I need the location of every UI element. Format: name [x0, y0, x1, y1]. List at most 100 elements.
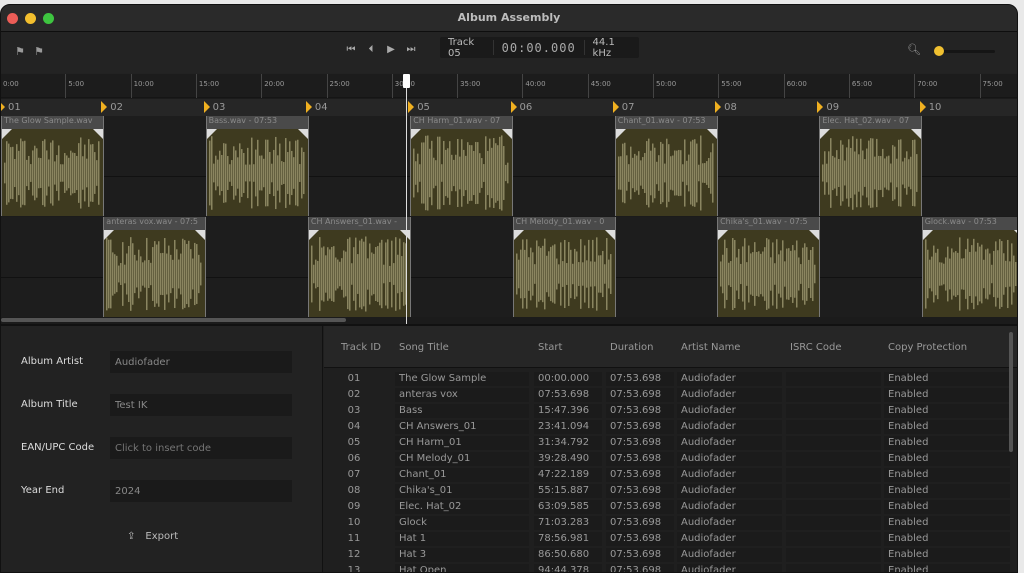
- audio-clip[interactable]: CH Melody_01.wav - 0: [512, 217, 616, 317]
- table-cell[interactable]: [786, 468, 881, 482]
- table-cell[interactable]: 07:53.698: [606, 548, 674, 562]
- track-marker[interactable]: 08: [715, 101, 737, 113]
- table-cell[interactable]: Glock: [395, 516, 529, 530]
- table-cell[interactable]: Chika's_01: [395, 484, 529, 498]
- table-row[interactable]: 10 Glock 71:03.283 07:53.698 Audiofader Enabl…: [324, 515, 1010, 531]
- table-row[interactable]: 09 Elec. Hat_02 63:09.585 07:53.698 Audiofad…: [324, 499, 1010, 515]
- table-cell[interactable]: Audiofader: [677, 452, 782, 466]
- play-icon[interactable]: ▶: [385, 44, 397, 55]
- table-cell[interactable]: [786, 564, 881, 572]
- fade-out-handle[interactable]: [195, 230, 206, 240]
- table-cell[interactable]: 00:00.000: [534, 372, 602, 386]
- ean-upc-field[interactable]: [110, 437, 292, 459]
- table-cell[interactable]: [786, 532, 881, 546]
- horizontal-scrollbar[interactable]: [1, 318, 346, 322]
- table-cell[interactable]: Enabled: [884, 500, 1010, 514]
- table-cell[interactable]: 55:15.887: [534, 484, 602, 498]
- track-marker[interactable]: 04: [305, 101, 328, 113]
- audio-clip[interactable]: Chant_01.wav - 07:53: [614, 116, 718, 216]
- table-row[interactable]: 06 CH Melody_01 39:28.490 07:53.698 Audiofad…: [324, 451, 1010, 467]
- table-cell[interactable]: [786, 436, 881, 450]
- table-cell[interactable]: Audiofader: [677, 532, 782, 546]
- zoom-slider-thumb[interactable]: [934, 46, 944, 56]
- table-row[interactable]: 11 Hat 1 78:56.981 07:53.698 Audiofader Enabl…: [324, 531, 1010, 547]
- audio-clip[interactable]: Bass.wav - 07:53: [205, 116, 309, 216]
- table-cell[interactable]: [786, 420, 881, 434]
- table-cell[interactable]: 07:53.698: [606, 372, 674, 386]
- table-row[interactable]: 01 The Glow Sample 00:00.000 07:53.698 Audio…: [324, 371, 1010, 387]
- fade-in-handle[interactable]: [718, 230, 729, 240]
- table-row[interactable]: 08 Chika's_01 55:15.887 07:53.698 Audiofader…: [324, 483, 1010, 499]
- table-cell[interactable]: Enabled: [884, 468, 1010, 482]
- table-cell[interactable]: Hat 3: [395, 548, 529, 562]
- track-marker[interactable]: 03: [203, 101, 225, 113]
- track-marker[interactable]: 02: [101, 101, 123, 113]
- column-header[interactable]: Start: [538, 342, 562, 353]
- table-cell[interactable]: Chant_01: [395, 468, 529, 482]
- table-cell[interactable]: Enabled: [884, 532, 1010, 546]
- table-cell[interactable]: Elec. Hat_02: [395, 500, 529, 514]
- table-cell[interactable]: Enabled: [884, 564, 1010, 572]
- audio-clip[interactable]: CH Harm_01.wav - 07: [410, 116, 514, 216]
- table-cell[interactable]: Hat 1: [395, 532, 529, 546]
- table-cell[interactable]: 07:53.698: [606, 564, 674, 572]
- column-header[interactable]: Copy Protection: [888, 342, 967, 353]
- skip-back-icon[interactable]: ⏮: [345, 44, 357, 55]
- table-cell[interactable]: 71:03.283: [534, 516, 602, 530]
- table-cell[interactable]: 63:09.585: [534, 500, 602, 514]
- fade-in-handle[interactable]: [513, 230, 524, 240]
- fade-in-handle[interactable]: [104, 230, 115, 240]
- table-row[interactable]: 05 CH Harm_01 31:34.792 07:53.698 Audiofader…: [324, 435, 1010, 451]
- fade-in-handle[interactable]: [922, 230, 933, 240]
- table-cell[interactable]: Enabled: [884, 388, 1010, 402]
- track-marker[interactable]: 01: [1, 101, 21, 113]
- column-header[interactable]: ISRC Code: [790, 342, 842, 353]
- audio-clip[interactable]: Elec. Hat_02.wav - 07: [819, 116, 923, 216]
- fade-out-handle[interactable]: [297, 129, 308, 139]
- table-cell[interactable]: [786, 404, 881, 418]
- table-cell[interactable]: anteras vox: [395, 388, 529, 402]
- fade-out-handle[interactable]: [604, 230, 615, 240]
- fade-out-handle[interactable]: [502, 129, 513, 139]
- fade-in-handle[interactable]: [2, 129, 12, 139]
- table-cell[interactable]: 07:53.698: [606, 388, 674, 402]
- column-header[interactable]: Artist Name: [681, 342, 740, 353]
- table-cell[interactable]: [786, 452, 881, 466]
- table-cell[interactable]: Enabled: [884, 516, 1010, 530]
- previous-icon[interactable]: ⏴: [365, 44, 377, 55]
- table-cell[interactable]: 39:28.490: [534, 452, 602, 466]
- table-cell[interactable]: Audiofader: [677, 372, 782, 386]
- fade-in-handle[interactable]: [615, 129, 626, 139]
- table-cell[interactable]: 94:44.378: [534, 564, 602, 572]
- table-cell[interactable]: Audiofader: [677, 404, 782, 418]
- table-cell[interactable]: 23:41.094: [534, 420, 602, 434]
- audio-clip[interactable]: Chika's_01.wav - 07:5: [717, 217, 821, 317]
- table-cell[interactable]: Bass: [395, 404, 529, 418]
- track-marker[interactable]: 10: [919, 101, 941, 113]
- table-cell[interactable]: Audiofader: [677, 484, 782, 498]
- album-artist-field[interactable]: [110, 351, 292, 373]
- flag-plus-icon[interactable]: ⚑: [15, 45, 25, 58]
- table-cell[interactable]: 07:53.698: [606, 500, 674, 514]
- table-cell[interactable]: CH Melody_01: [395, 452, 529, 466]
- table-cell[interactable]: Enabled: [884, 436, 1010, 450]
- fade-out-handle[interactable]: [399, 230, 410, 240]
- column-header[interactable]: Track ID: [341, 342, 381, 353]
- table-cell[interactable]: 07:53.698: [606, 484, 674, 498]
- table-cell[interactable]: 07:53.698: [606, 436, 674, 450]
- audio-clip[interactable]: anteras vox.wav - 07:5: [103, 217, 207, 317]
- table-cell[interactable]: The Glow Sample: [395, 372, 529, 386]
- table-cell[interactable]: Audiofader: [677, 516, 782, 530]
- table-cell[interactable]: Audiofader: [677, 436, 782, 450]
- table-row[interactable]: 03 Bass 15:47.396 07:53.698 Audiofader Enable…: [324, 403, 1010, 419]
- table-row[interactable]: 04 CH Answers_01 23:41.094 07:53.698 Audiofa…: [324, 419, 1010, 435]
- zoom-slider[interactable]: [939, 50, 995, 53]
- table-cell[interactable]: Enabled: [884, 372, 1010, 386]
- table-cell[interactable]: 78:56.981: [534, 532, 602, 546]
- track-marker[interactable]: 05: [408, 101, 430, 113]
- fade-in-handle[interactable]: [206, 129, 217, 139]
- fade-out-handle[interactable]: [1013, 230, 1017, 240]
- table-cell[interactable]: 07:53.698: [534, 388, 602, 402]
- audio-clip[interactable]: Glock.wav - 07:53: [921, 217, 1017, 317]
- audio-clip[interactable]: CH Answers_01.wav -: [307, 217, 411, 317]
